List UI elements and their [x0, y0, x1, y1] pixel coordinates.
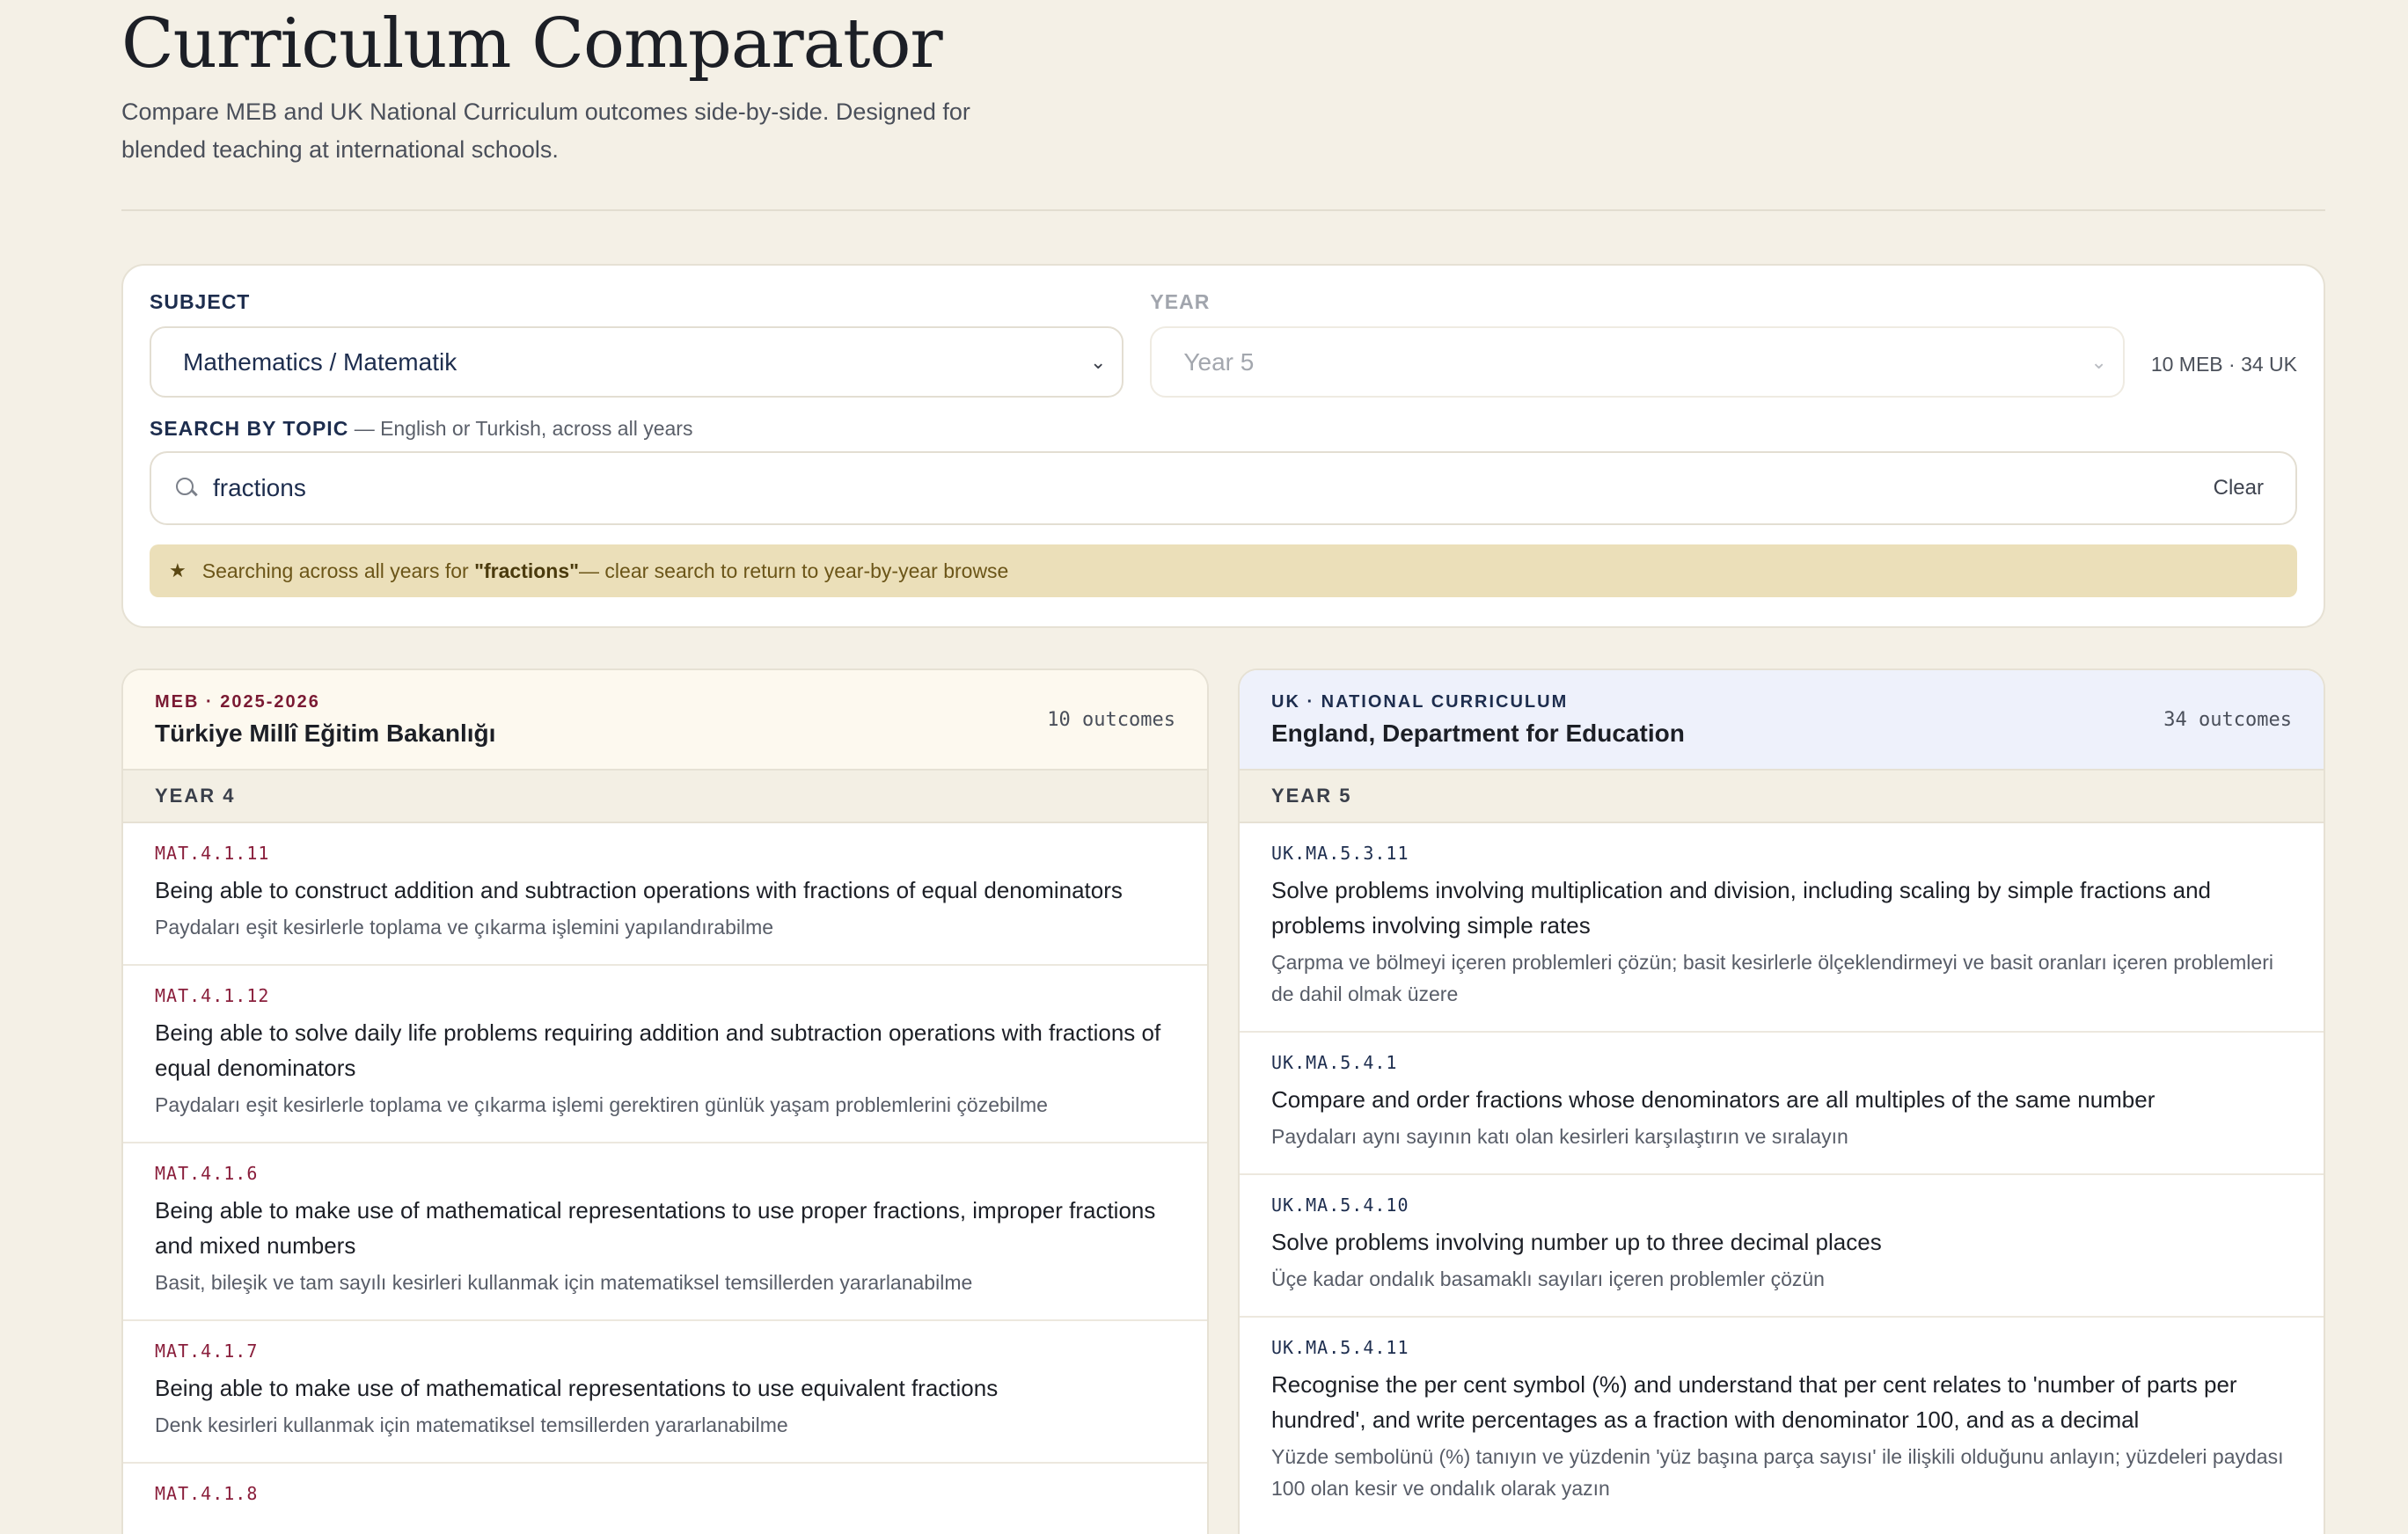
outcome-turkish: Basit, bileşik ve tam sayılı kesirleri k…	[155, 1271, 973, 1294]
outcome-english: Recognise the per cent symbol (%) and un…	[1271, 1371, 2237, 1433]
banner-prefix: Searching across all years for	[201, 559, 469, 582]
list-item[interactable]: UK.MA.5.4.11 Recognise the per cent symb…	[1240, 1318, 2324, 1525]
star-icon: ★	[169, 559, 187, 581]
outcome-english: Being able to construct addition and sub…	[155, 877, 1123, 903]
outcome-code: UK.MA.5.4.11	[1271, 1337, 1409, 1358]
year-select-value: Year 5	[1183, 347, 1255, 376]
list-item[interactable]: UK.MA.5.4.1 Compare and order fractions …	[1240, 1033, 2324, 1175]
subject-field: SUBJECT Mathematics / Matematik ⌄	[150, 290, 1124, 398]
uk-outcome-count: 34 outcomes	[2163, 708, 2292, 731]
list-item[interactable]: UK.MA.5.4.10 Solve problems involving nu…	[1240, 1175, 2324, 1318]
year-field: YEAR Year 5 ⌄	[1150, 290, 2125, 398]
meb-year-heading: YEAR 4	[123, 771, 1207, 823]
search-label: SEARCH BY TOPIC — English or Turkish, ac…	[150, 417, 2297, 441]
subject-select[interactable]: Mathematics / Matematik ⌄	[150, 326, 1124, 398]
year-select[interactable]: Year 5 ⌄	[1150, 326, 2125, 398]
search-icon	[174, 476, 199, 500]
search-label-hint: — English or Turkish, across all years	[348, 417, 693, 440]
chevron-down-icon: ⌄	[1089, 350, 1107, 373]
outcome-code: MAT.4.1.7	[155, 1340, 259, 1362]
outcome-code: UK.MA.5.4.1	[1271, 1052, 1398, 1073]
comparison-columns: MEB · 2025-2026 Türkiye Millî Eğitim Bak…	[121, 668, 2325, 1534]
outcome-turkish: Paydaları eşit kesirlerle toplama ve çık…	[155, 1093, 1048, 1116]
list-item[interactable]: MAT.4.1.7 Being able to make use of math…	[123, 1321, 1207, 1464]
outcome-english: Compare and order fractions whose denomi…	[1271, 1086, 2155, 1113]
list-item[interactable]: MAT.4.1.8	[123, 1464, 1207, 1534]
subject-label: SUBJECT	[150, 290, 251, 313]
outcome-english: Being able to solve daily life problems …	[155, 1019, 1161, 1081]
meb-title: Türkiye Millî Eğitim Bakanlığı	[155, 719, 496, 747]
meb-column: MEB · 2025-2026 Türkiye Millî Eğitim Bak…	[121, 668, 1209, 1534]
outcome-code: MAT.4.1.12	[155, 985, 270, 1006]
list-item[interactable]: MAT.4.1.12 Being able to solve daily lif…	[123, 966, 1207, 1143]
uk-kicker: UK · NATIONAL CURRICULUM	[1271, 691, 1569, 712]
outcome-counts: 10 MEB · 34 UK	[2150, 353, 2297, 376]
search-input[interactable]	[213, 474, 2214, 502]
search-label-title: SEARCH BY TOPIC	[150, 417, 349, 440]
list-item[interactable]: MAT.4.1.11 Being able to construct addit…	[123, 823, 1207, 966]
header-divider	[121, 209, 2325, 211]
meb-outcome-count: 10 outcomes	[1047, 708, 1175, 731]
list-item[interactable]: UK.MA.5.3.11 Solve problems involving mu…	[1240, 823, 2324, 1033]
controls-panel: SUBJECT Mathematics / Matematik ⌄ YEAR Y…	[121, 264, 2325, 628]
page-subtitle: Compare MEB and UK National Curriculum o…	[121, 99, 970, 163]
page-title: Curriculum Comparator	[121, 4, 943, 84]
outcome-english: Solve problems involving multiplication …	[1271, 877, 2211, 939]
outcome-turkish: Denk kesirleri kullanmak için matematiks…	[155, 1413, 788, 1436]
clear-search-button[interactable]: Clear	[2214, 476, 2264, 500]
list-item[interactable]: MAT.4.1.6 Being able to make use of math…	[123, 1143, 1207, 1321]
search-status-banner: ★ Searching across all years for "fracti…	[150, 544, 2297, 597]
outcome-code: MAT.4.1.8	[155, 1483, 259, 1504]
uk-column: UK · NATIONAL CURRICULUM England, Depart…	[1238, 668, 2325, 1534]
meb-column-header: MEB · 2025-2026 Türkiye Millî Eğitim Bak…	[123, 670, 1207, 771]
outcome-code: UK.MA.5.4.10	[1271, 1194, 1409, 1216]
chevron-down-icon: ⌄	[2090, 350, 2107, 373]
subject-select-value: Mathematics / Matematik	[183, 347, 457, 376]
uk-column-header: UK · NATIONAL CURRICULUM England, Depart…	[1240, 670, 2324, 771]
year-label: YEAR	[1150, 290, 1211, 313]
banner-term: "fractions"	[474, 559, 580, 582]
outcome-english: Being able to make use of mathematical r…	[155, 1375, 999, 1401]
meb-kicker: MEB · 2025-2026	[155, 691, 320, 712]
outcome-english: Solve problems involving number up to th…	[1271, 1229, 1882, 1255]
outcome-turkish: Paydaları eşit kesirlerle toplama ve çık…	[155, 916, 774, 939]
uk-year-heading: YEAR 5	[1240, 771, 2324, 823]
outcome-code: UK.MA.5.3.11	[1271, 843, 1409, 864]
banner-suffix: — clear search to return to year-by-year…	[579, 559, 1009, 582]
outcome-code: MAT.4.1.11	[155, 843, 270, 864]
outcome-turkish: Yüzde sembolünü (%) tanıyın ve yüzdenin …	[1271, 1445, 2284, 1500]
uk-title: England, Department for Education	[1271, 719, 1685, 747]
outcome-turkish: Çarpma ve bölmeyi içeren problemleri çöz…	[1271, 951, 2273, 1005]
outcome-turkish: Üçe kadar ondalık basamaklı sayıları içe…	[1271, 1267, 1825, 1290]
outcome-turkish: Paydaları aynı sayının katı olan kesirle…	[1271, 1125, 1848, 1148]
search-box: Clear	[150, 451, 2297, 525]
outcome-code: MAT.4.1.6	[155, 1163, 259, 1184]
outcome-english: Being able to make use of mathematical r…	[155, 1197, 1156, 1259]
app-page: Curriculum Comparator Compare MEB and UK…	[121, 0, 2325, 1534]
